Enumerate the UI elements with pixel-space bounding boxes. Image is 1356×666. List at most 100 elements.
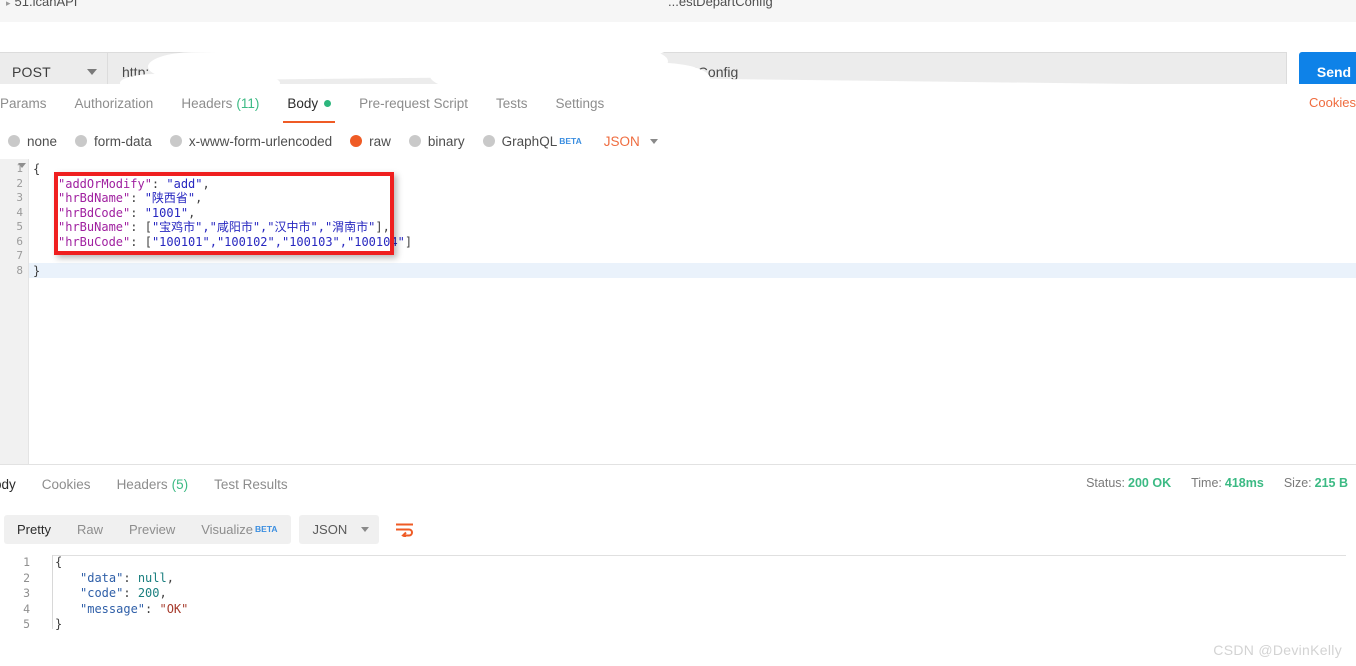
code-line: }	[33, 264, 40, 279]
line-number: 3	[16, 191, 23, 204]
request-tab-pre-request-script[interactable]: Pre-request Script	[345, 84, 482, 123]
request-tab-body[interactable]: Body	[273, 84, 345, 123]
body-type-x-www-form-urlencoded[interactable]: x-www-form-urlencoded	[170, 134, 332, 149]
code-token: "add"	[166, 177, 202, 191]
workspace-tab-primary[interactable]: ▸51.icanAPI	[6, 0, 77, 9]
code-token: {	[55, 555, 62, 569]
code-token: "hrBuName"	[58, 220, 130, 234]
body-type-label: form-data	[94, 134, 152, 149]
body-type-label: none	[27, 134, 57, 149]
body-type-none[interactable]: none	[8, 134, 57, 149]
response-tab-ody[interactable]: ody	[0, 477, 29, 492]
workspace-tab-secondary[interactable]: ...estDepartConfig	[668, 0, 773, 9]
response-format-toolbar: PrettyRawPreviewVisualizeBETA JSON	[0, 503, 1356, 555]
code-line: "addOrModify": "add",	[58, 177, 210, 192]
code-token: {	[33, 162, 40, 176]
status-value: 200 OK	[1128, 476, 1171, 490]
workspace-tab-secondary-label: ...estDepartConfig	[668, 0, 773, 9]
response-view-raw[interactable]: Raw	[64, 515, 116, 544]
workspace-tab-primary-label: 51.icanAPI	[15, 0, 78, 9]
request-body-editor[interactable]: 12345678 {"addOrModify": "add","hrBdName…	[0, 159, 1356, 464]
response-status-meta: Status:200 OK Time:418ms Size:215 B	[1066, 476, 1348, 490]
url-bar: POST http: rtConfig Send	[0, 22, 1356, 84]
code-token: "data"	[80, 571, 123, 585]
code-token: "hrBdName"	[58, 191, 130, 205]
response-view-visualize[interactable]: VisualizeBETA	[188, 515, 290, 544]
body-type-options: none form-data x-www-form-urlencoded raw bin…	[0, 123, 1356, 159]
request-tab-label: Authorization	[75, 96, 154, 111]
code-token: :	[130, 206, 144, 220]
http-method-label: POST	[12, 64, 51, 80]
response-format-select[interactable]: JSON	[299, 515, 380, 544]
response-editor-indent-guide	[52, 555, 53, 629]
code-token: "hrBuCode"	[58, 235, 130, 249]
code-token: "1001"	[145, 206, 188, 220]
code-token: :	[130, 191, 144, 205]
response-view-pretty[interactable]: Pretty	[4, 515, 64, 544]
request-tab-label: Pre-request Script	[359, 96, 468, 111]
request-tab-settings[interactable]: Settings	[541, 84, 618, 123]
code-token: }	[55, 617, 62, 631]
time-value: 418ms	[1225, 476, 1264, 490]
body-type-label: GraphQL	[502, 134, 558, 149]
code-token: ],	[375, 220, 389, 234]
raw-format-label: JSON	[604, 134, 640, 149]
line-number: 3	[23, 586, 30, 600]
request-tab-authorization[interactable]: Authorization	[61, 84, 168, 123]
radio-icon	[8, 135, 20, 147]
code-fold-icon[interactable]	[18, 163, 26, 168]
code-line: }	[55, 617, 62, 632]
url-suffix-text: rtConfig	[689, 64, 738, 80]
body-type-binary[interactable]: binary	[409, 134, 465, 149]
code-token: null	[138, 571, 167, 585]
code-token: ,	[188, 206, 195, 220]
request-tab-params[interactable]: Params	[0, 84, 61, 123]
body-type-graphql[interactable]: GraphQLBETA	[483, 134, 582, 149]
code-line: "code": 200,	[80, 586, 167, 601]
response-view-preview[interactable]: Preview	[116, 515, 188, 544]
request-tab-label: Settings	[555, 96, 604, 111]
beta-badge: BETA	[559, 136, 582, 146]
line-number: 2	[16, 177, 23, 190]
size-group: Size:215 B	[1284, 476, 1348, 490]
response-section-tabs: odyCookiesHeaders(5)Test Results Status:…	[0, 465, 1356, 504]
url-redaction-mark	[660, 22, 780, 44]
request-tab-tests[interactable]: Tests	[482, 84, 542, 123]
code-line: "hrBuName": ["宝鸡市","咸阳市","汉中市","渭南市"],	[58, 220, 390, 235]
line-number: 7	[16, 249, 23, 262]
code-token: "陕西省"	[145, 191, 195, 205]
size-value: 215 B	[1315, 476, 1348, 490]
body-type-raw[interactable]: raw	[350, 134, 391, 149]
url-prefix-text: http:	[122, 64, 149, 80]
wrap-lines-button[interactable]	[389, 515, 419, 544]
body-type-label: x-www-form-urlencoded	[189, 134, 332, 149]
code-token: ,	[203, 177, 210, 191]
response-editor-gutter: 12345	[0, 551, 38, 666]
body-type-form-data[interactable]: form-data	[75, 134, 152, 149]
code-token: "100101","100102","100103","100104"	[152, 235, 405, 249]
time-label: Time:	[1191, 476, 1222, 490]
body-type-label: raw	[369, 134, 391, 149]
wrap-lines-icon	[395, 522, 414, 537]
code-token: :	[123, 571, 137, 585]
code-token: ]	[405, 235, 412, 249]
cookies-link[interactable]: Cookies	[1309, 95, 1356, 110]
code-line: "hrBdCode": "1001",	[58, 206, 195, 221]
body-type-label: binary	[428, 134, 465, 149]
code-token: ,	[167, 571, 174, 585]
response-view-mode-group: PrettyRawPreviewVisualizeBETA	[4, 515, 291, 544]
raw-format-select[interactable]: JSON	[604, 134, 658, 149]
body-present-dot-icon	[324, 100, 331, 107]
status-group: Status:200 OK	[1086, 476, 1171, 490]
response-format-label: JSON	[313, 522, 348, 537]
chevron-down-icon	[650, 139, 658, 144]
response-body-editor[interactable]: 12345 {"data": null,"code": 200,"message…	[0, 551, 1356, 666]
editor-active-line-highlight	[29, 263, 1356, 278]
response-tab-headers[interactable]: Headers(5)	[104, 477, 202, 492]
request-tab-headers[interactable]: Headers(11)	[167, 84, 273, 123]
radio-icon	[409, 135, 421, 147]
response-tab-test-results[interactable]: Test Results	[201, 477, 301, 492]
request-tab-count: (11)	[236, 96, 259, 111]
code-line: "data": null,	[80, 571, 174, 586]
response-tab-cookies[interactable]: Cookies	[29, 477, 104, 492]
